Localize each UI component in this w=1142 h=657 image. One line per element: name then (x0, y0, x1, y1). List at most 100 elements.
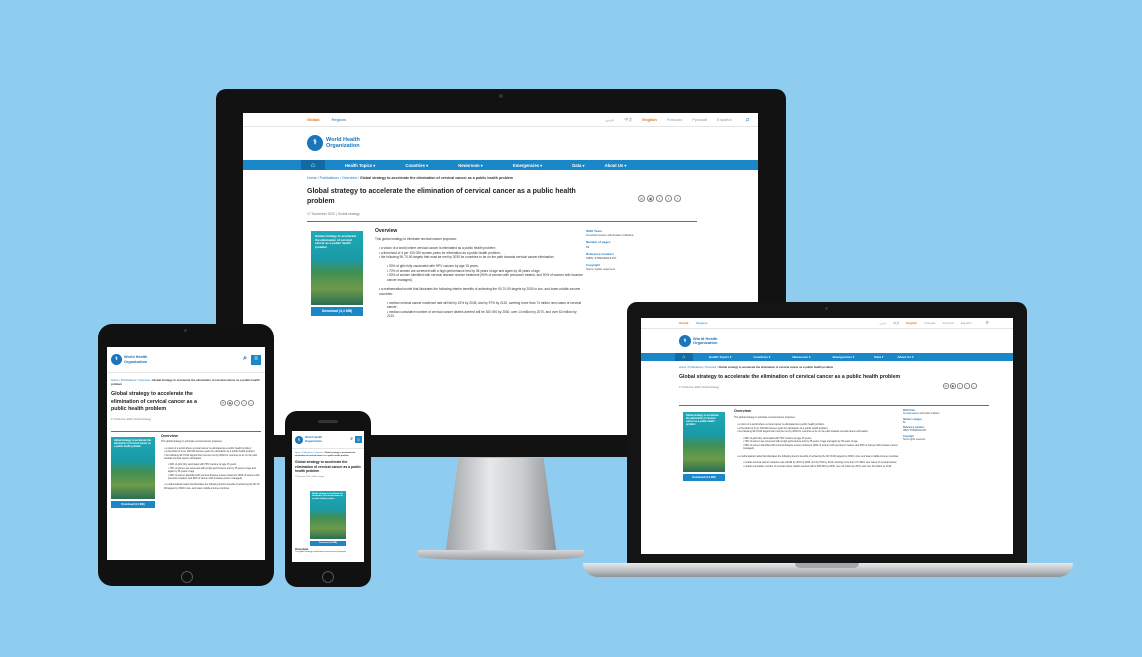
breadcrumb-links[interactable]: Home / Publications / Overview / (307, 176, 360, 180)
lang-english[interactable]: English (642, 117, 656, 123)
lang-russian[interactable]: Русский (943, 321, 954, 325)
print-share-icon[interactable]: ▣ (647, 195, 654, 202)
email-share-icon[interactable]: ✉ (638, 195, 645, 202)
bullet-targets: the following 90-70-90 targets that must… (164, 454, 261, 461)
twitter-share-icon[interactable]: t (665, 195, 672, 202)
lang-english[interactable]: English (906, 321, 917, 325)
team-value[interactable]: Cervical cancer elimination initiative (586, 233, 666, 237)
lang-russian[interactable]: Русский (692, 117, 707, 123)
download-button[interactable]: Download (3,4 MB) (683, 474, 725, 481)
bullet-targets: the following 90-70-90 targets that must… (737, 430, 902, 434)
top-bar: Global Regions عربي 中文 English Français … (641, 318, 1013, 329)
more-share-icon[interactable]: + (674, 195, 681, 202)
who-logo[interactable]: ⚕ World Health Organization ⌕ ≡ (107, 347, 265, 373)
nav-about-us[interactable]: About Us ▾ (897, 355, 913, 359)
breadcrumb-links[interactable]: Home / Publications / Overview / (679, 366, 719, 369)
global-link[interactable]: Global (679, 321, 688, 325)
camera-icon (499, 94, 503, 98)
tablet-screen: ⚕ World Health Organization ⌕ ≡ Home / Pu… (107, 347, 265, 560)
lang-french[interactable]: Français (924, 321, 936, 325)
publication-cover[interactable]: Global strategy to accelerate the elimin… (311, 231, 363, 305)
twitter-share-icon[interactable]: t (241, 400, 247, 406)
reference-value: ISBN: 9789240014107 (903, 430, 927, 433)
title-divider (679, 405, 989, 406)
print-share-icon[interactable]: ▣ (950, 383, 956, 389)
nav-data[interactable]: Data ▾ (572, 163, 584, 168)
publication-cover[interactable]: Global strategy to accelerate the elimin… (111, 437, 155, 499)
lang-chinese[interactable]: 中文 (893, 321, 899, 325)
share-bar: ✉ ▣ f t + (638, 195, 681, 202)
publication-cover[interactable]: Global strategy to accelerate the elimin… (683, 412, 725, 472)
page-title: Global strategy to accelerate the elimin… (295, 460, 361, 474)
who-emblem-icon: ⚕ (295, 435, 303, 444)
nav-emergencies[interactable]: Emergencies ▾ (833, 355, 855, 359)
home-icon[interactable]: ⌂ (301, 160, 325, 170)
who-logo[interactable]: ⚕ World Health Organization (243, 127, 758, 159)
model-sub-deaths: median cumulative number of cervical can… (387, 310, 585, 319)
share-bar: ✉ ▣ f t + (220, 400, 254, 406)
model-sub-incidence: median cervical cancer incidence rate wi… (743, 461, 902, 465)
search-icon[interactable]: ⌕ (350, 436, 353, 441)
pages-value: 52 (903, 421, 906, 424)
menu-icon[interactable]: ≡ (355, 436, 362, 443)
print-share-icon[interactable]: ▣ (227, 400, 233, 406)
nav-countries[interactable]: Countries ▾ (405, 163, 428, 168)
download-button[interactable]: Download (3,4 MB) (111, 501, 155, 508)
who-logo[interactable]: ⚕ World Health Organization (641, 329, 1013, 353)
team-value[interactable]: Cervical cancer elimination initiative (903, 413, 973, 416)
logo-line2: Organization (305, 438, 323, 443)
global-link[interactable]: Global (307, 117, 319, 122)
more-share-icon[interactable]: + (971, 383, 977, 389)
overview-intro: This global strategy to eliminate cervic… (734, 415, 796, 419)
lang-arabic[interactable]: عربي (879, 321, 886, 325)
overview-heading: Overview (161, 434, 178, 438)
top-bar: Global Regions عربي 中文 English Français … (243, 113, 758, 127)
download-button[interactable]: Download (3,4 MB) (311, 307, 363, 316)
page-meta: 17 November 2020 | Global strategy (295, 475, 324, 478)
bullet-targets: the following 90-70-90 targets that must… (379, 255, 585, 260)
publication-sidebar: WHO Team Cervical cancer elimination ini… (586, 229, 666, 272)
publication-cover[interactable]: Global strategy to accelerate the elimin… (310, 491, 346, 539)
lang-french[interactable]: Français (667, 117, 682, 123)
lang-spanish[interactable]: Español (961, 321, 972, 325)
breadcrumb: Home / Publications / Overview / Global … (107, 378, 265, 386)
lang-spanish[interactable]: Español (717, 117, 731, 123)
nav-newsroom[interactable]: Newsroom ▾ (792, 355, 810, 359)
nav-emergencies[interactable]: Emergencies ▾ (513, 163, 542, 168)
facebook-share-icon[interactable]: f (656, 195, 663, 202)
cover-title: Global strategy to accelerate the elimin… (315, 234, 357, 249)
regions-menu[interactable]: Regions (696, 321, 707, 325)
copyright-value: Some rights reserved. (586, 267, 616, 272)
twitter-share-icon[interactable]: t (964, 383, 970, 389)
nav-health-topics[interactable]: Health Topics ▾ (709, 355, 731, 359)
home-icon[interactable]: ⌂ (675, 353, 693, 361)
nav-about-us[interactable]: About Us ▾ (605, 163, 627, 168)
imac-stand (445, 458, 557, 556)
lang-arabic[interactable]: عربي (605, 117, 614, 123)
home-button[interactable] (181, 571, 193, 583)
email-share-icon[interactable]: ✉ (220, 400, 226, 406)
email-share-icon[interactable]: ✉ (943, 383, 949, 389)
nav-newsroom[interactable]: Newsroom ▾ (458, 163, 483, 168)
nav-health-topics[interactable]: Health Topics ▾ (345, 163, 375, 168)
download-button[interactable]: Download (3,4 MB) (310, 541, 346, 546)
share-bar: ✉ ▣ f t + (943, 383, 977, 389)
more-share-icon[interactable]: + (248, 400, 254, 406)
overview-section: Overview This global strategy to elimina… (295, 548, 361, 553)
menu-icon[interactable]: ≡ (251, 354, 261, 365)
sub-bullet-treatment: 90% of women identified with cervical di… (387, 273, 585, 282)
overview-intro: This global strategy to eliminate cervic… (375, 236, 457, 241)
facebook-share-icon[interactable]: f (234, 400, 240, 406)
home-button[interactable] (322, 571, 334, 583)
search-icon[interactable]: ⌕ (746, 115, 750, 125)
search-icon[interactable]: ⌕ (986, 320, 989, 327)
regions-menu[interactable]: Regions (331, 117, 346, 122)
search-icon[interactable]: ⌕ (243, 355, 247, 362)
nav-countries[interactable]: Countries ▾ (753, 355, 770, 359)
lang-chinese[interactable]: 中文 (624, 117, 632, 123)
who-logo[interactable]: ⚕ World Health Organization ⌕ ≡ (292, 431, 364, 449)
copyright-value: Some rights reserved. (903, 439, 926, 442)
facebook-share-icon[interactable]: f (957, 383, 963, 389)
nav-data[interactable]: Data ▾ (874, 355, 883, 359)
phone-speaker (318, 420, 338, 423)
